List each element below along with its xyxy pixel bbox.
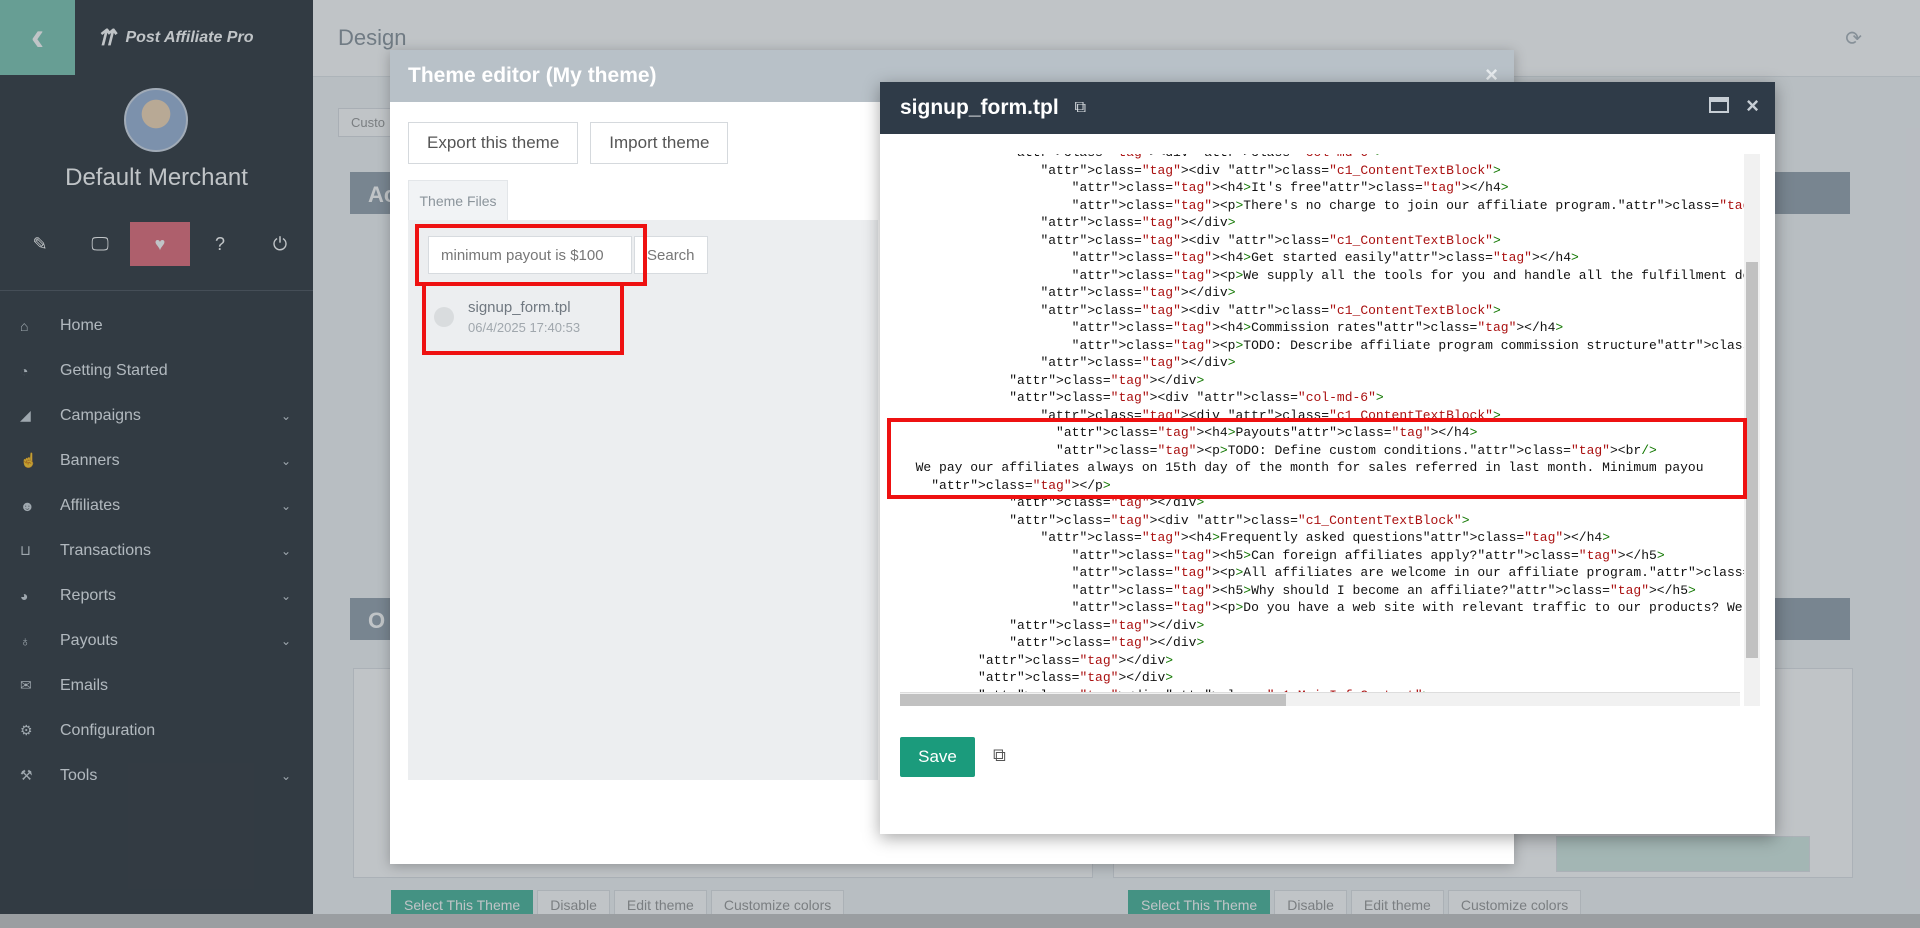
code-line-text: "attr">class="tag"></div>: [1009, 635, 1205, 650]
scrollbar-thumb[interactable]: [900, 694, 1286, 706]
code-line-text: "attr">class="tag"><div "attr">class="c1…: [1009, 512, 1470, 528]
code-line-text: "attr">class="tag"><h5>Can foreign affil…: [1071, 547, 1665, 563]
code-line-text: "attr">class="tag"></div>: [1040, 215, 1236, 230]
code-line-text: "attr">class="tag"><p>TODO: Describe aff…: [1071, 337, 1760, 353]
horizontal-scrollbar[interactable]: [900, 692, 1740, 706]
code-line-text: "attr">class="tag"><h5>Why should I beco…: [1071, 582, 1696, 598]
code-line-text: "attr">class="tag"><p>We supply all the …: [1071, 267, 1760, 283]
code-line[interactable]: "attr">class="tag"></div>: [900, 354, 1740, 372]
code-line[interactable]: "attr">class="tag"><p>We supply all the …: [900, 267, 1760, 285]
code-editor-dialog: signup_form.tpl ⧉ × "attr">class="tag"><…: [880, 82, 1775, 834]
code-line-text: "attr">class="tag"><div "attr">class="c1…: [1040, 162, 1501, 178]
code-line[interactable]: "attr">class="tag"></div>: [900, 634, 1740, 652]
code-line[interactable]: "attr">class="tag"><div "attr">class="c1…: [900, 162, 1740, 180]
code-line[interactable]: "attr">class="tag"></div>: [900, 372, 1740, 390]
code-line[interactable]: "attr">class="tag"><div "attr">class="c1…: [900, 302, 1740, 320]
code-line-text: "attr">class="tag"></div>: [1009, 617, 1205, 633]
code-line[interactable]: "attr">class="tag"><p>All affiliates are…: [900, 564, 1760, 582]
dialog-title: Theme editor (My theme): [408, 64, 657, 87]
code-line-text: "attr">class="tag"><h4>It's free"attr">c…: [1071, 180, 1509, 195]
code-line[interactable]: "attr">class="tag"></div>: [900, 652, 1740, 670]
dialog-title: signup_form.tpl: [900, 96, 1059, 119]
highlight-box-payouts: [887, 418, 1747, 499]
save-button[interactable]: Save: [900, 737, 975, 777]
code-line-text: "attr">class="tag"><div "attr">class="c1…: [1040, 302, 1501, 318]
theme-actions: Export this theme Import theme: [408, 122, 729, 164]
code-line[interactable]: "attr">class="tag"><h5>Why should I beco…: [900, 582, 1740, 600]
maximize-icon[interactable]: [1709, 97, 1729, 113]
export-theme-button[interactable]: Export this theme: [408, 122, 579, 164]
dialog-header: signup_form.tpl ⧉ ×: [880, 82, 1775, 134]
code-line[interactable]: "attr">class="tag"><h4>It's free"attr">c…: [900, 179, 1740, 197]
close-icon[interactable]: ×: [1746, 93, 1759, 119]
code-line[interactable]: "attr">class="tag"></div>: [900, 284, 1740, 302]
code-line[interactable]: "attr">class="tag"><h4>Commission rates"…: [900, 319, 1740, 337]
copy-icon[interactable]: ⧉: [993, 745, 1006, 766]
code-line[interactable]: "attr">class="tag"><h4>Frequently asked …: [900, 529, 1740, 547]
code-line[interactable]: "attr">class="tag"><p>Do you have a web …: [900, 599, 1760, 617]
code-line-text: "attr">class="tag"><p>Do you have a web …: [1071, 600, 1760, 615]
code-line[interactable]: "attr">class="tag"></div>: [900, 669, 1740, 687]
code-line[interactable]: "attr">class="tag"><div "attr">class="c1…: [900, 232, 1740, 250]
code-line-text: "attr">class="tag"></div>: [1040, 285, 1236, 300]
code-line[interactable]: "attr">class="tag"><div "attr">class="co…: [900, 389, 1740, 407]
code-line-text: "attr">class="tag"><h4>Frequently asked …: [1040, 530, 1611, 545]
code-line-text: "attr">class="tag"><h4>Get started easil…: [1071, 250, 1579, 265]
code-line-text: "attr">class="tag"></div>: [978, 652, 1174, 668]
highlight-box-file: [422, 282, 624, 355]
code-line-text: "attr">class="tag"><div "attr">class="co…: [1009, 154, 1384, 160]
code-line-text: "attr">class="tag"><div "attr">class="c1…: [1040, 232, 1501, 248]
code-line[interactable]: "attr">class="tag"><h4>Get started easil…: [900, 249, 1740, 267]
code-line-text: "attr">class="tag"></div>: [1040, 355, 1236, 370]
highlight-box-search: [415, 224, 647, 286]
code-line[interactable]: "attr">class="tag"><p>There's no charge …: [900, 197, 1760, 215]
scrollbar-thumb[interactable]: [1746, 262, 1758, 658]
code-line-text: "attr">class="tag"></div>: [1009, 372, 1205, 388]
code-line[interactable]: "attr">class="tag"></div>: [900, 617, 1740, 635]
code-line[interactable]: "attr">class="tag"><p>TODO: Describe aff…: [900, 337, 1760, 355]
code-line-text: "attr">class="tag"><div "attr">class="co…: [1009, 390, 1384, 405]
code-line-text: "attr">class="tag"><p>There's no charge …: [1071, 197, 1760, 213]
copy-icon[interactable]: ⧉: [1075, 99, 1086, 117]
code-line[interactable]: "attr">class="tag"><h5>Can foreign affil…: [900, 547, 1740, 565]
code-line[interactable]: "attr">class="tag"><div "attr">class="co…: [900, 154, 1740, 162]
code-line-text: "attr">class="tag"><h4>Commission rates"…: [1071, 320, 1564, 335]
tab-theme-files[interactable]: Theme Files: [408, 180, 508, 220]
code-line-text: "attr">class="tag"><p>All affiliates are…: [1071, 565, 1760, 580]
import-theme-button[interactable]: Import theme: [590, 122, 729, 164]
code-line-text: "attr">class="tag"></div>: [978, 670, 1174, 685]
code-line[interactable]: "attr">class="tag"></div>: [900, 214, 1740, 232]
code-line[interactable]: "attr">class="tag"><div "attr">class="c1…: [900, 512, 1740, 530]
